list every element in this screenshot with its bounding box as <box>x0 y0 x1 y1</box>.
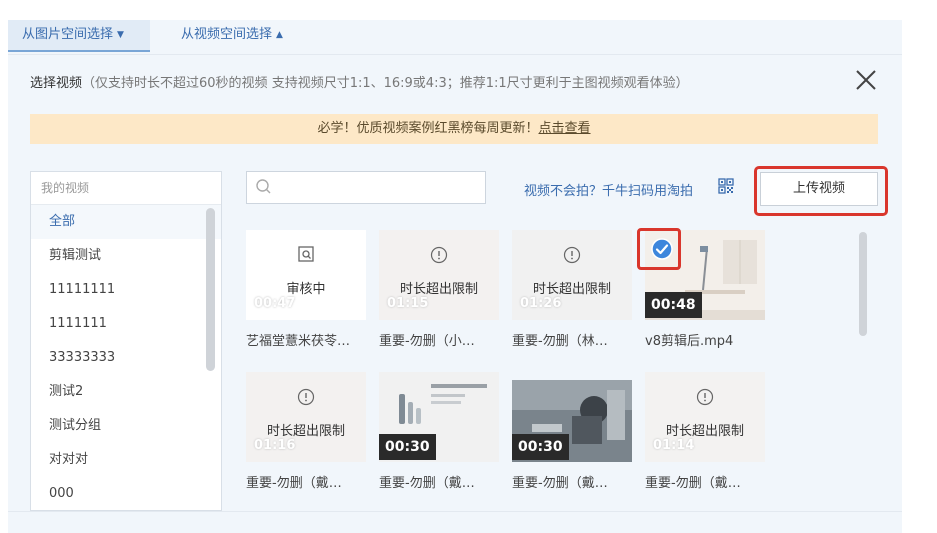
video-duration: 01:14 <box>653 438 695 453</box>
video-name: v8剪辑后.mp4 <box>645 334 734 349</box>
caret-down-icon: ▼ <box>117 30 124 40</box>
banner-text: 必学！优质视频案例红黑榜每周更新！ <box>317 121 539 136</box>
video-name: 重要-勿删（戴… <box>246 476 342 491</box>
video-duration: 00:48 <box>645 292 702 318</box>
video-name: 重要-勿删（戴… <box>645 476 741 491</box>
dialog-info: 选择视频（仅支持时长不超过60秒的视频 支持视频尺寸1:1、16:9或4:3；推… <box>30 72 689 91</box>
video-duration: 01:16 <box>254 438 296 453</box>
video-duration: 00:30 <box>379 434 436 460</box>
search-icon <box>256 179 271 194</box>
tab-divider <box>8 54 902 55</box>
caret-up-icon: ▲ <box>276 30 283 40</box>
sidebar-item[interactable]: 33333333 <box>31 341 221 375</box>
check-circle-icon[interactable] <box>651 238 673 260</box>
video-thumb[interactable]: 时长超出限制 01:14 <box>645 372 765 462</box>
search-box[interactable] <box>246 171 486 204</box>
sidebar-scrollbar[interactable] <box>206 208 215 371</box>
grid-scrollbar[interactable] <box>859 232 867 336</box>
dialog-note: （仅支持时长不超过60秒的视频 支持视频尺寸1:1、16:9或4:3；推荐1:1… <box>82 76 689 91</box>
warning-icon <box>696 388 714 406</box>
sidebar-header: 我的视频 <box>31 172 221 205</box>
video-thumb[interactable]: 00:30 <box>379 372 499 462</box>
folder-sidebar: 我的视频 全部 剪辑测试 11111111 1111111 33333333 测… <box>30 171 222 511</box>
video-duration: 01:15 <box>387 296 429 311</box>
video-name: 重要-勿删（林… <box>512 334 608 349</box>
video-name: 重要-勿删（小… <box>379 334 475 349</box>
sidebar-item[interactable]: 11111111 <box>31 273 221 307</box>
video-name: 重要-勿删（戴… <box>379 476 475 491</box>
video-thumb[interactable]: 时长超出限制 01:26 <box>512 230 632 320</box>
video-status: 时长超出限制 <box>266 424 345 439</box>
video-thumb[interactable]: 审核中 00:47 <box>246 230 366 320</box>
sidebar-item[interactable]: 1111111 <box>31 307 221 341</box>
video-duration: 01:26 <box>520 296 562 311</box>
tab-image-space[interactable]: 从图片空间选择 ▼ <box>8 20 150 52</box>
video-status: 时长超出限制 <box>532 282 611 297</box>
review-icon <box>298 246 314 262</box>
dialog-title: 选择视频 <box>30 76 83 91</box>
video-thumb[interactable]: 时长超出限制 01:16 <box>246 372 366 462</box>
tab-video-space-label: 从视频空间选择 <box>181 27 273 42</box>
sidebar-item[interactable]: 对对对 <box>31 443 221 477</box>
right-strip <box>902 0 937 533</box>
video-thumb[interactable]: 00:30 <box>512 380 632 462</box>
qr-code-icon[interactable] <box>718 178 734 194</box>
tab-image-space-label: 从图片空间选择 <box>22 27 114 42</box>
video-duration: 00:47 <box>254 296 296 311</box>
close-icon[interactable] <box>852 66 880 94</box>
warning-icon <box>297 388 315 406</box>
video-name: 重要-勿删（戴… <box>512 476 608 491</box>
bottom-divider <box>8 511 902 512</box>
video-duration: 00:30 <box>512 434 569 460</box>
video-status: 时长超出限制 <box>399 282 478 297</box>
video-status: 审核中 <box>286 282 326 297</box>
sidebar-item-all[interactable]: 全部 <box>31 205 221 239</box>
help-link[interactable]: 视频不会拍？千牛扫码用淘拍 <box>524 180 693 199</box>
video-name: 艺福堂薏米茯苓… <box>246 334 351 349</box>
video-status: 时长超出限制 <box>665 424 744 439</box>
sidebar-item[interactable]: 剪辑测试 <box>31 239 221 273</box>
tab-video-space[interactable]: 从视频空间选择 ▲ <box>181 20 283 52</box>
video-thumb[interactable]: 时长超出限制 01:15 <box>379 230 499 320</box>
promo-banner: 必学！优质视频案例红黑榜每周更新！点击查看 <box>30 114 878 144</box>
source-tabs: 从图片空间选择 ▼ 从视频空间选择 ▲ <box>8 20 902 52</box>
warning-icon <box>563 246 581 264</box>
banner-link[interactable]: 点击查看 <box>539 121 591 136</box>
warning-icon <box>430 246 448 264</box>
sidebar-item[interactable]: 测试2 <box>31 375 221 409</box>
top-strip <box>0 0 937 20</box>
upload-video-button[interactable]: 上传视频 <box>760 172 878 206</box>
sidebar-item[interactable]: 000 <box>31 477 221 511</box>
sidebar-item[interactable]: 测试分组 <box>31 409 221 443</box>
search-input[interactable] <box>277 176 481 201</box>
